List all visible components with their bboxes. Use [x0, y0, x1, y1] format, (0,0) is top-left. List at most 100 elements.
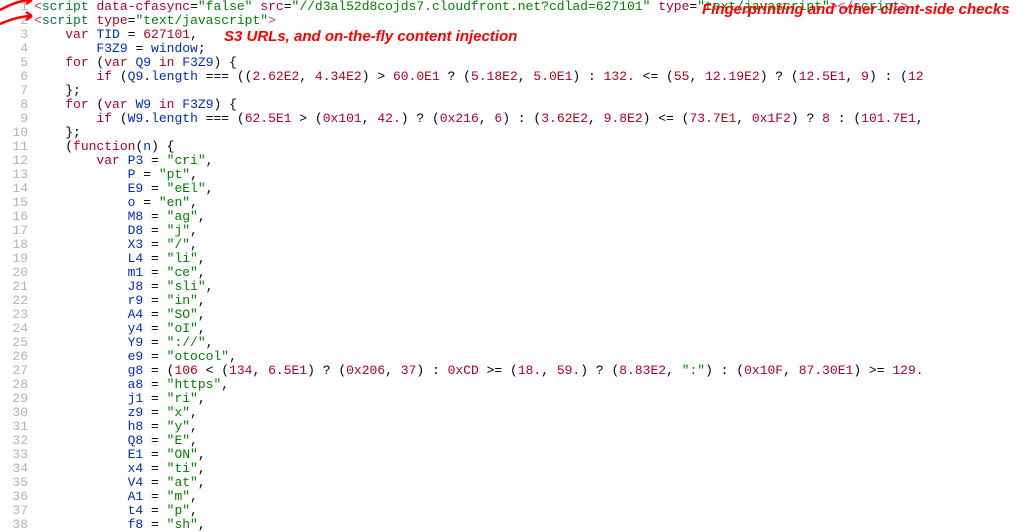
line-number: 6 [0, 70, 34, 84]
code-block: 1<script data-cfasync="false" src="//d3a… [0, 0, 1024, 532]
code-line: 36 A1 = "m", [0, 490, 1024, 504]
code-line: 17 D8 = "j", [0, 224, 1024, 238]
code-content: P = "pt", [34, 168, 198, 182]
line-number: 22 [0, 294, 34, 308]
line-number: 38 [0, 518, 34, 532]
code-content: }; [34, 126, 81, 140]
code-line: 2<script type="text/javascript"> [0, 14, 1024, 28]
line-number: 19 [0, 252, 34, 266]
code-line: 1<script data-cfasync="false" src="//d3a… [0, 0, 1024, 14]
code-line: 33 E1 = "ON", [0, 448, 1024, 462]
code-content: x4 = "ti", [34, 462, 206, 476]
line-number: 14 [0, 182, 34, 196]
line-number: 7 [0, 84, 34, 98]
line-number: 32 [0, 434, 34, 448]
code-content: F3Z9 = window; [34, 42, 206, 56]
code-content: Y9 = "://", [34, 336, 213, 350]
code-line: 9 if (W9.length === (62.5E1 > (0x101, 42… [0, 112, 1024, 126]
line-number: 12 [0, 154, 34, 168]
code-content: var TID = 627101, [34, 28, 198, 42]
code-line: 3 var TID = 627101, [0, 28, 1024, 42]
code-line: 26 e9 = "otocol", [0, 350, 1024, 364]
code-line: 34 x4 = "ti", [0, 462, 1024, 476]
code-content: if (W9.length === (62.5E1 > (0x101, 42.)… [34, 112, 924, 126]
code-line: 14 E9 = "eEl", [0, 182, 1024, 196]
code-content: E9 = "eEl", [34, 182, 213, 196]
code-line: 16 M8 = "ag", [0, 210, 1024, 224]
code-line: 35 V4 = "at", [0, 476, 1024, 490]
code-line: 20 m1 = "ce", [0, 266, 1024, 280]
line-number: 28 [0, 378, 34, 392]
code-content: L4 = "li", [34, 252, 206, 266]
code-line: 29 j1 = "ri", [0, 392, 1024, 406]
line-number: 5 [0, 56, 34, 70]
line-number: 3 [0, 28, 34, 42]
line-number: 27 [0, 364, 34, 378]
code-line: 22 r9 = "in", [0, 294, 1024, 308]
code-line: 13 P = "pt", [0, 168, 1024, 182]
code-content: A4 = "SO", [34, 308, 206, 322]
line-number: 37 [0, 504, 34, 518]
line-number: 10 [0, 126, 34, 140]
line-number: 36 [0, 490, 34, 504]
code-line: 10 }; [0, 126, 1024, 140]
code-line: 25 Y9 = "://", [0, 336, 1024, 350]
code-content: t4 = "p", [34, 504, 198, 518]
code-content: }; [34, 84, 81, 98]
code-content: h8 = "y", [34, 420, 198, 434]
code-line: 28 a8 = "https", [0, 378, 1024, 392]
line-number: 24 [0, 322, 34, 336]
code-line: 15 o = "en", [0, 196, 1024, 210]
code-content: y4 = "oI", [34, 322, 206, 336]
code-content: V4 = "at", [34, 476, 206, 490]
code-content: r9 = "in", [34, 294, 206, 308]
code-line: 38 f8 = "sh", [0, 518, 1024, 532]
code-line: 27 g8 = (106 < (134, 6.5E1) ? (0x206, 37… [0, 364, 1024, 378]
code-line: 11 (function(n) { [0, 140, 1024, 154]
code-line: 8 for (var W9 in F3Z9) { [0, 98, 1024, 112]
code-content: var P3 = "cri", [34, 154, 213, 168]
line-number: 35 [0, 476, 34, 490]
line-number: 16 [0, 210, 34, 224]
code-content: J8 = "sli", [34, 280, 213, 294]
line-number: 33 [0, 448, 34, 462]
code-content: z9 = "x", [34, 406, 198, 420]
code-content: for (var W9 in F3Z9) { [34, 98, 237, 112]
code-content: <script data-cfasync="false" src="//d3al… [34, 0, 908, 14]
code-content: D8 = "j", [34, 224, 198, 238]
code-line: 32 Q8 = "E", [0, 434, 1024, 448]
line-number: 23 [0, 308, 34, 322]
code-line: 31 h8 = "y", [0, 420, 1024, 434]
line-number: 13 [0, 168, 34, 182]
code-line: 21 J8 = "sli", [0, 280, 1024, 294]
line-number: 15 [0, 196, 34, 210]
code-line: 30 z9 = "x", [0, 406, 1024, 420]
line-number: 31 [0, 420, 34, 434]
code-content: if (Q9.length === ((2.62E2, 4.34E2) > 60… [34, 70, 924, 84]
line-number: 34 [0, 462, 34, 476]
line-number: 1 [0, 0, 34, 14]
line-number: 26 [0, 350, 34, 364]
code-content: Q8 = "E", [34, 434, 198, 448]
code-content: M8 = "ag", [34, 210, 206, 224]
line-number: 20 [0, 266, 34, 280]
code-line: 37 t4 = "p", [0, 504, 1024, 518]
code-line: 5 for (var Q9 in F3Z9) { [0, 56, 1024, 70]
code-content: A1 = "m", [34, 490, 198, 504]
line-number: 11 [0, 140, 34, 154]
code-content: e9 = "otocol", [34, 350, 237, 364]
line-number: 4 [0, 42, 34, 56]
line-number: 9 [0, 112, 34, 126]
code-line: 4 F3Z9 = window; [0, 42, 1024, 56]
line-number: 25 [0, 336, 34, 350]
line-number: 21 [0, 280, 34, 294]
code-line: 23 A4 = "SO", [0, 308, 1024, 322]
code-content: for (var Q9 in F3Z9) { [34, 56, 237, 70]
line-number: 18 [0, 238, 34, 252]
line-number: 30 [0, 406, 34, 420]
code-content: j1 = "ri", [34, 392, 206, 406]
code-line: 12 var P3 = "cri", [0, 154, 1024, 168]
code-line: 19 L4 = "li", [0, 252, 1024, 266]
line-number: 17 [0, 224, 34, 238]
code-content: <script type="text/javascript"> [34, 14, 276, 28]
